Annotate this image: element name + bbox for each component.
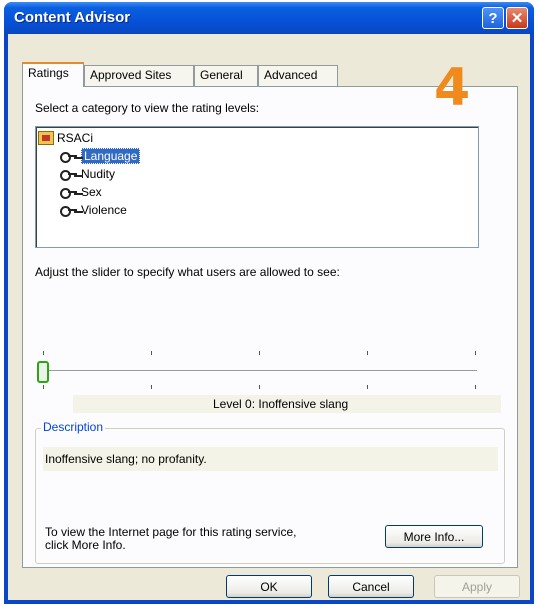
rsaci-folder-icon	[38, 131, 54, 145]
key-icon	[60, 151, 78, 163]
description-text: Inoffensive slang; no profanity.	[45, 452, 207, 466]
slider-tick	[43, 385, 44, 389]
tree-item-label: Nudity	[81, 167, 116, 181]
category-prompt: Select a category to view the rating lev…	[35, 101, 260, 115]
slider-prompt: Adjust the slider to specify what users …	[35, 265, 340, 279]
slider-tick	[151, 385, 152, 389]
title-bar[interactable]: Content Advisor ? ✕	[4, 2, 534, 34]
slider-tick	[367, 385, 368, 389]
apply-button[interactable]: Apply	[434, 575, 520, 598]
slider-tick	[475, 385, 476, 389]
key-icon	[60, 205, 78, 217]
cancel-button[interactable]: Cancel	[328, 575, 414, 598]
slider-tick	[475, 351, 476, 355]
slider-thumb[interactable]	[37, 361, 49, 383]
tab-ratings[interactable]: Ratings	[22, 62, 84, 87]
help-icon: ?	[488, 9, 498, 27]
slider-tick	[259, 385, 260, 389]
tree-item-label: Language	[81, 148, 141, 164]
slider-tick	[367, 351, 368, 355]
tab-approved-sites[interactable]: Approved Sites	[84, 65, 194, 86]
more-info-button[interactable]: More Info...	[385, 525, 483, 548]
tree-root[interactable]: RSACi	[38, 129, 93, 147]
close-icon: ✕	[510, 10, 524, 27]
slider-tick	[259, 351, 260, 355]
tab-general[interactable]: General	[194, 65, 258, 86]
tree-item-violence[interactable]: Violence	[60, 201, 127, 219]
close-button[interactable]: ✕	[506, 7, 528, 29]
dialog-client: Ratings Approved Sites General Advanced …	[8, 34, 530, 600]
info-line-1: To view the Internet page for this ratin…	[45, 525, 297, 539]
category-tree[interactable]: RSACi Language Nudity Sex Violence	[35, 126, 479, 248]
step-number-annotation: 4	[434, 58, 471, 118]
tree-item-sex[interactable]: Sex	[60, 183, 102, 201]
tree-root-label: RSACi	[57, 131, 94, 145]
tree-item-label: Violence	[81, 203, 127, 217]
content-advisor-window: Content Advisor ? ✕ Ratings Approved Sit…	[4, 2, 534, 604]
window-title: Content Advisor	[14, 9, 131, 26]
ratings-tab-page: Select a category to view the rating lev…	[22, 86, 518, 568]
key-icon	[60, 187, 78, 199]
level-text: Level 0: Inoffensive slang	[213, 397, 349, 411]
tree-item-label: Sex	[81, 185, 102, 199]
tab-advanced[interactable]: Advanced	[258, 65, 338, 86]
description-title: Description	[41, 420, 106, 434]
ok-button[interactable]: OK	[226, 575, 312, 598]
tree-item-language[interactable]: Language	[60, 147, 141, 165]
rating-slider-track[interactable]	[45, 370, 477, 372]
help-button[interactable]: ?	[482, 7, 504, 29]
slider-tick	[151, 351, 152, 355]
key-icon	[60, 169, 78, 181]
slider-tick	[43, 351, 44, 355]
tree-item-nudity[interactable]: Nudity	[60, 165, 115, 183]
info-line-2: click More Info.	[45, 538, 126, 552]
